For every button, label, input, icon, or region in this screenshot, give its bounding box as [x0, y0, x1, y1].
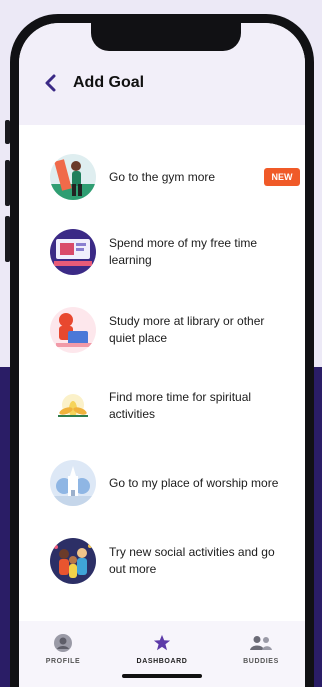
social-illustration-icon: [50, 538, 96, 584]
back-button[interactable]: [41, 73, 61, 93]
goal-item-spiritual[interactable]: Find more time for spiritual activities: [50, 380, 290, 432]
goal-label: Go to my place of worship more: [109, 475, 279, 490]
phone-notch: [91, 23, 241, 51]
lotus-illustration-icon: [50, 383, 96, 429]
gym-illustration-icon: [50, 154, 96, 200]
goal-item-social[interactable]: Try new social activities and go out mor…: [50, 535, 290, 587]
page-title: Add Goal: [73, 74, 145, 91]
tab-buddies[interactable]: BUDDIES: [221, 633, 301, 665]
app-screen: Add Goal Go to the gym more NEW Spend mo…: [19, 23, 305, 687]
goal-label: Try new social activities and go out mor…: [109, 545, 275, 576]
goal-label: Find more time for spiritual activities: [109, 390, 252, 421]
chevron-left-icon: [45, 74, 56, 92]
goal-item-gym[interactable]: Go to the gym more: [50, 151, 290, 203]
tab-profile[interactable]: PROFILE: [23, 633, 103, 665]
goal-item-worship[interactable]: Go to my place of worship more: [50, 457, 290, 509]
phone-frame: Add Goal Go to the gym more NEW Spend mo…: [10, 14, 314, 687]
study-illustration-icon: [50, 307, 96, 353]
app-header: Add Goal: [19, 23, 305, 125]
learning-illustration-icon: [50, 229, 96, 275]
goal-label: Spend more of my free time learning: [109, 236, 258, 267]
worship-illustration-icon: [50, 460, 96, 506]
tab-label: PROFILE: [45, 658, 81, 665]
buddies-icon: [250, 636, 272, 650]
new-badge: NEW: [264, 168, 300, 186]
home-indicator: [122, 674, 202, 678]
tab-dashboard[interactable]: DASHBOARD: [122, 633, 202, 665]
goal-label: Study more at library or other quiet pla…: [109, 314, 265, 345]
star-icon: [153, 634, 171, 651]
goal-item-study[interactable]: Study more at library or other quiet pla…: [50, 304, 290, 356]
goal-item-learning[interactable]: Spend more of my free time learning: [50, 226, 290, 278]
tab-label: DASHBOARD: [136, 658, 188, 665]
goal-label: Go to the gym more: [109, 169, 216, 184]
profile-icon: [54, 634, 72, 652]
tab-label: BUDDIES: [243, 658, 279, 665]
